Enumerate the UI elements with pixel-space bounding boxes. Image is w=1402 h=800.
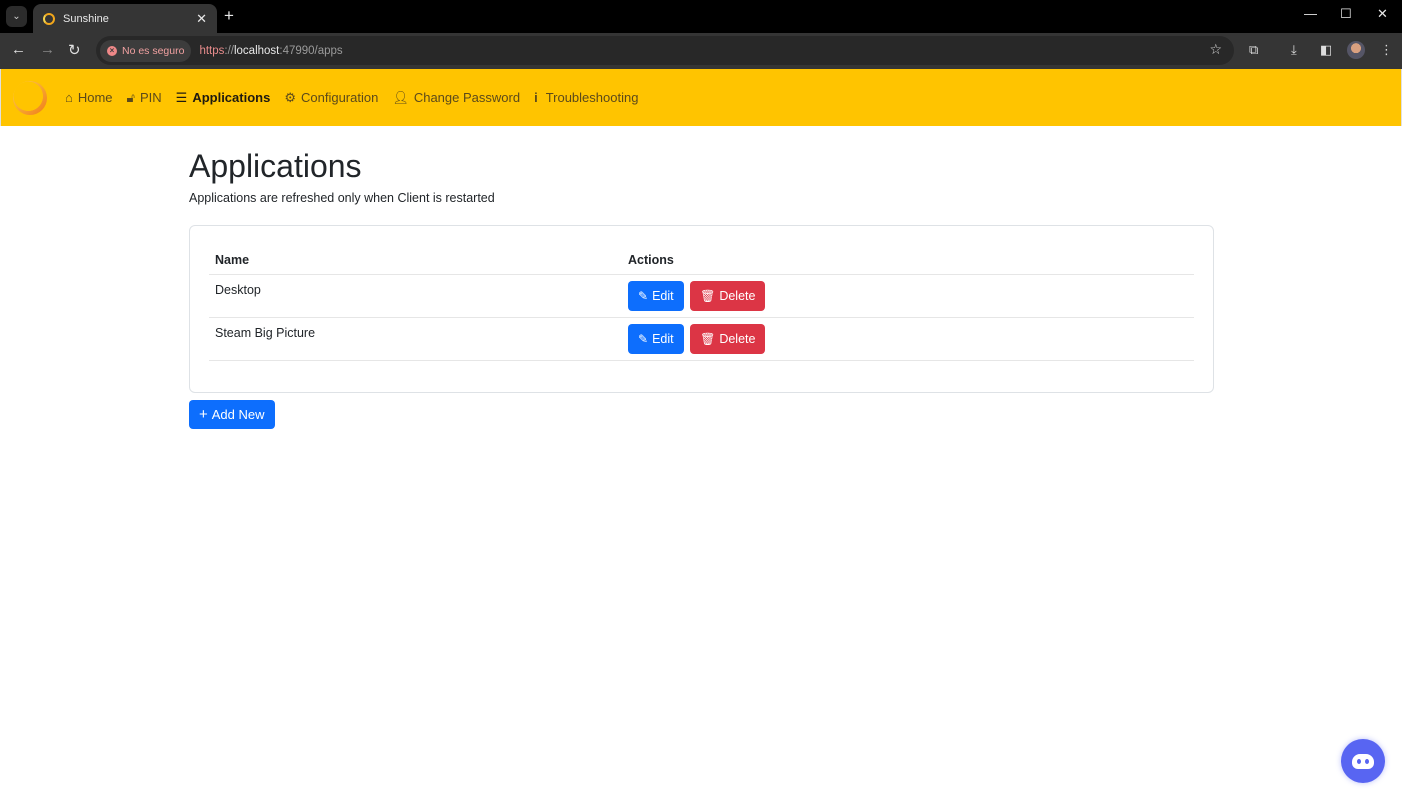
app-name: Steam Big Picture [209,317,622,361]
edit-icon: ✎ [638,289,649,303]
edit-icon: ✎ [638,332,649,346]
download-icon[interactable]: ⤓ [1291,42,1297,58]
applications-table: Name Actions Desktop ✎ Edit 🗑︎ Delete Stea… [209,249,1194,361]
sunshine-favicon-icon [43,12,55,25]
user-shield-icon: 👤︎ [392,89,409,105]
nav-troubleshooting[interactable]: i Troubleshooting [534,90,638,105]
delete-button[interactable]: 🗑︎ Delete [690,281,766,311]
profile-avatar[interactable] [1347,41,1365,59]
column-header-actions: Actions [622,249,1194,275]
sunshine-logo[interactable] [13,80,47,115]
close-window-icon[interactable]: ✕ [1377,6,1388,22]
delete-button[interactable]: 🗑︎ Delete [690,324,766,354]
trash-icon: 🗑︎ [700,289,716,303]
nav-configuration[interactable]: ⚙ Configuration [284,90,378,106]
bookmark-star-icon[interactable]: ☆ [1209,41,1222,58]
warning-icon: × [107,45,117,56]
reload-icon[interactable]: ↻ [68,41,81,59]
column-header-name: Name [209,249,622,275]
tab-list-button[interactable]: ⌄ [6,6,27,27]
minimize-icon[interactable]: — [1304,6,1317,21]
menu-kebab-icon[interactable]: ⋮ [1380,42,1393,58]
main-content: Applications Applications are refreshed … [189,126,1214,429]
browser-tab[interactable]: Sunshine ✕ [33,4,217,33]
back-icon[interactable]: ← [11,41,26,58]
discord-button[interactable] [1341,739,1385,783]
security-chip[interactable]: × No es seguro [100,39,192,62]
plus-icon: + [199,406,208,423]
applications-card: Name Actions Desktop ✎ Edit 🗑︎ Delete Stea… [189,225,1214,393]
nav-pin[interactable]: 🔓︎ PIN [127,90,162,106]
list-icon: ☰ [175,89,188,105]
edit-button[interactable]: ✎ Edit [628,324,684,354]
side-panel-icon[interactable]: ◧ [1320,42,1332,58]
address-bar[interactable]: × No es seguro https://localhost:47990/a… [96,36,1234,65]
app-name: Desktop [209,274,622,318]
forward-icon[interactable]: → [40,41,55,58]
lock-icon: 🔓︎ [126,89,135,105]
info-icon: i [534,90,538,105]
security-label: No es seguro [122,44,185,57]
app-navbar: ⌂ Home 🔓︎ PIN ☰ Applications ⚙ Configuration… [0,69,1402,126]
home-icon: ⌂ [65,90,73,105]
edit-button[interactable]: ✎ Edit [628,281,684,311]
discord-icon [1352,753,1374,769]
tab-title: Sunshine [63,12,109,25]
page-subtitle: Applications are refreshed only when Cli… [189,191,495,205]
table-row: Steam Big Picture ✎ Edit 🗑︎ Delete [209,317,1194,361]
page-title: Applications [189,148,362,184]
add-new-button[interactable]: + Add New [189,400,275,429]
close-tab-icon[interactable]: ✕ [196,11,207,27]
extensions-icon[interactable]: ⧉ [1249,42,1258,58]
nav-home[interactable]: ⌂ Home [65,90,113,105]
nav-change-password[interactable]: 👤︎ Change Password [392,90,520,106]
gear-icon: ⚙ [284,89,296,105]
browser-toolbar: ← → ↻ × No es seguro https://localhost:4… [0,33,1402,69]
table-row: Desktop ✎ Edit 🗑︎ Delete [209,274,1194,318]
browser-titlebar: ⌄ Sunshine ✕ + — ☐ ✕ [0,0,1402,33]
nav-applications[interactable]: ☰ Applications [176,90,271,106]
maximize-icon[interactable]: ☐ [1340,6,1352,22]
url-text[interactable]: https://localhost:47990/apps [199,45,342,57]
new-tab-button[interactable]: + [224,6,234,26]
trash-icon: 🗑︎ [700,332,716,346]
